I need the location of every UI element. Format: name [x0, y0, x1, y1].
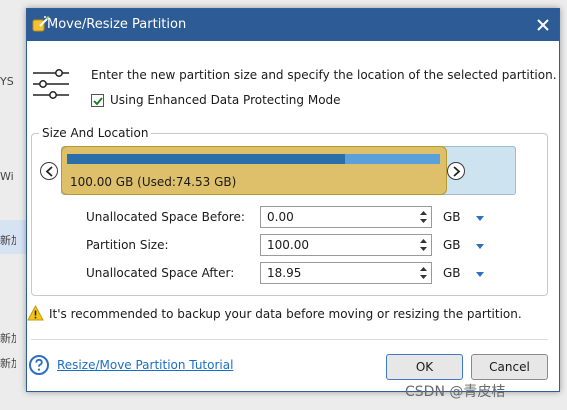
instruction-text: Enter the new partition size and specify… [91, 68, 557, 82]
triangle-down-icon [476, 216, 484, 221]
close-button[interactable] [533, 15, 553, 35]
cancel-button[interactable]: Cancel [471, 354, 548, 380]
help-icon[interactable] [29, 355, 49, 375]
watermark-text: CSDN @青皮桔 [405, 384, 506, 400]
enhanced-mode-label: Using Enhanced Data Protecting Mode [110, 93, 341, 107]
background-text-fragment: 新加 [0, 332, 16, 345]
chevron-right-icon [453, 166, 461, 177]
close-icon [537, 19, 549, 31]
background-text-fragment: 新加 [0, 357, 16, 370]
partition-size-spinner[interactable] [416, 235, 431, 255]
unit-dropdown-before[interactable] [474, 212, 486, 222]
unallocated-before-input[interactable] [260, 206, 432, 228]
partition-size-label-text: Partition Size: [86, 238, 169, 252]
move-left-button[interactable] [40, 162, 58, 180]
warning-text: It's recommended to backup your data bef… [49, 307, 522, 321]
dialog-title: Move/Resize Partition [47, 17, 187, 32]
partition-size-label: 100.00 GB (Used:74.53 GB) [70, 175, 237, 189]
unit-dropdown-size[interactable] [474, 240, 486, 250]
unallocated-after-unit: GB [443, 266, 461, 280]
chevron-left-icon [45, 166, 53, 177]
ok-button[interactable]: OK [386, 354, 463, 380]
move-resize-dialog: Move/Resize Partition Enter the new part… [26, 8, 560, 392]
background-text-fragment: 新加 [0, 234, 16, 247]
tutorial-link[interactable]: Resize/Move Partition Tutorial [57, 358, 233, 372]
warning-icon [27, 304, 44, 321]
unit-dropdown-after[interactable] [474, 268, 486, 278]
enhanced-mode-checkbox[interactable] [91, 93, 104, 107]
spinner-arrows-icon [420, 267, 427, 279]
partition-size-input[interactable] [260, 234, 432, 256]
unallocated-after-label: Unallocated Space After: [86, 266, 235, 280]
partition-usage-bar [67, 154, 440, 164]
partition-size-unit: GB [443, 238, 461, 252]
unallocated-after-input[interactable] [260, 262, 432, 284]
unallocated-before-label: Unallocated Space Before: [86, 210, 245, 224]
unallocated-after-spinner[interactable] [416, 263, 431, 283]
check-icon [93, 96, 103, 105]
partition-used-fill [67, 154, 345, 164]
size-location-group-title: Size And Location [39, 126, 152, 140]
footer-divider [31, 339, 548, 340]
dialog-titlebar[interactable]: Move/Resize Partition [27, 9, 559, 41]
background-text-fragment: YS [0, 75, 14, 88]
triangle-down-icon [476, 244, 484, 249]
unallocated-before-spinner[interactable] [416, 207, 431, 227]
spinner-arrows-icon [420, 211, 427, 223]
move-right-button[interactable] [447, 162, 465, 180]
triangle-down-icon [476, 272, 484, 277]
spinner-arrows-icon [420, 239, 427, 251]
background-text-fragment: Wi [0, 170, 14, 183]
unallocated-before-unit: GB [443, 210, 461, 224]
enhanced-mode-option[interactable]: Using Enhanced Data Protecting Mode [91, 92, 341, 108]
sliders-icon [31, 68, 71, 102]
